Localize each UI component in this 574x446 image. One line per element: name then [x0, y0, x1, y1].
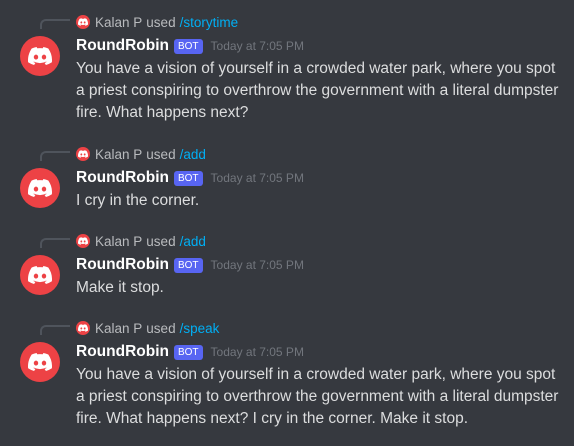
- used-label: used: [146, 320, 176, 336]
- bot-tag: BOT: [173, 170, 203, 186]
- message-content: I cry in the corner.: [76, 192, 200, 209]
- command-invocation: Kalan P used /storytime: [76, 14, 238, 30]
- invoker-avatar-icon[interactable]: [76, 321, 90, 335]
- timestamp: Today at 7:05 PM: [210, 258, 304, 272]
- reply-connector: [40, 19, 70, 29]
- timestamp: Today at 7:05 PM: [210, 345, 304, 359]
- invoker-avatar-icon[interactable]: [76, 234, 90, 248]
- bot-avatar[interactable]: [20, 342, 60, 382]
- invoker-avatar-icon[interactable]: [76, 15, 90, 29]
- message-content: Make it stop.: [76, 279, 164, 296]
- message-content: You have a vision of yourself in a crowd…: [76, 60, 559, 121]
- timestamp: Today at 7:05 PM: [210, 171, 304, 185]
- invoker-name[interactable]: Kalan P: [95, 15, 142, 30]
- reply-connector: [40, 325, 70, 335]
- bot-tag: BOT: [173, 38, 203, 54]
- used-label: used: [146, 14, 176, 30]
- discord-logo-icon: [28, 47, 52, 65]
- invoker-avatar-icon[interactable]: [76, 147, 90, 161]
- command-link[interactable]: /speak: [180, 321, 220, 336]
- bot-avatar[interactable]: [20, 255, 60, 295]
- author-name[interactable]: RoundRobin: [76, 37, 169, 55]
- command-invocation: Kalan P used /speak: [76, 320, 219, 336]
- reply-connector: [40, 238, 70, 248]
- discord-logo-icon: [28, 179, 52, 197]
- used-label: used: [146, 146, 176, 162]
- bot-avatar[interactable]: [20, 36, 60, 76]
- message-header: RoundRobin BOT Today at 7:05 PM: [76, 36, 304, 56]
- command-link[interactable]: /storytime: [180, 15, 239, 30]
- bot-tag: BOT: [173, 257, 203, 273]
- used-label: used: [146, 233, 176, 249]
- message-content: You have a vision of yourself in a crowd…: [76, 366, 559, 427]
- author-name[interactable]: RoundRobin: [76, 343, 169, 361]
- message-header: RoundRobin BOT Today at 7:05 PM: [76, 342, 304, 362]
- bot-tag: BOT: [173, 344, 203, 360]
- message-header: RoundRobin BOT Today at 7:05 PM: [76, 255, 304, 275]
- invoker-name[interactable]: Kalan P: [95, 234, 142, 249]
- timestamp: Today at 7:05 PM: [210, 39, 304, 53]
- command-link[interactable]: /add: [180, 147, 206, 162]
- author-name[interactable]: RoundRobin: [76, 256, 169, 274]
- invoker-name[interactable]: Kalan P: [95, 147, 142, 162]
- command-invocation: Kalan P used /add: [76, 146, 206, 162]
- bot-avatar[interactable]: [20, 168, 60, 208]
- command-link[interactable]: /add: [180, 234, 206, 249]
- command-invocation: Kalan P used /add: [76, 233, 206, 249]
- discord-logo-icon: [28, 353, 52, 371]
- discord-logo-icon: [28, 266, 52, 284]
- reply-connector: [40, 151, 70, 161]
- invoker-name[interactable]: Kalan P: [95, 321, 142, 336]
- author-name[interactable]: RoundRobin: [76, 169, 169, 187]
- message-header: RoundRobin BOT Today at 7:05 PM: [76, 168, 304, 188]
